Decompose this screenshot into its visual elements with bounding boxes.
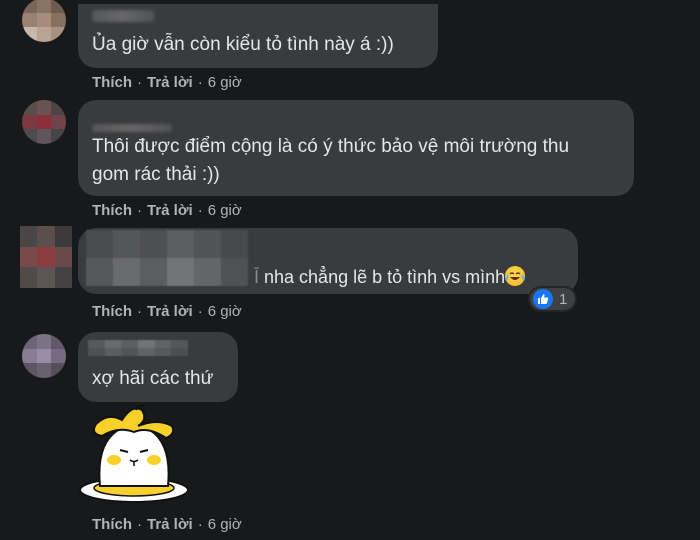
like-icon: [533, 289, 553, 309]
avatar[interactable]: [22, 100, 66, 144]
timestamp[interactable]: 6 giờ: [208, 303, 242, 320]
reply-link[interactable]: Trả lời: [147, 516, 193, 533]
comment-actions: Thích · Trả lời · 6 giờ: [92, 202, 242, 219]
comment-text: xợ hãi các thứ: [92, 368, 214, 389]
comment-bubble: xợ hãi các thứ: [78, 332, 238, 402]
reaction-count: 1: [559, 290, 568, 308]
comment-actions: Thích · Trả lời · 6 giờ: [92, 74, 242, 91]
avatar[interactable]: [22, 0, 66, 42]
reaction-summary[interactable]: 1: [528, 286, 578, 312]
reply-link[interactable]: Trả lời: [147, 303, 193, 320]
laughing-emoji-icon: [505, 266, 526, 286]
avatar[interactable]: [20, 226, 72, 288]
comment-bubble: Thôi được điểm cộng là có ý thức bảo vệ …: [78, 100, 634, 196]
timestamp[interactable]: 6 giờ: [208, 74, 242, 91]
comment-text: Ủa giờ vẫn còn kiểu tỏ tình này á :)): [92, 34, 394, 55]
author-name-blurred[interactable]: [92, 10, 154, 22]
like-link[interactable]: Thích: [92, 74, 132, 91]
comment-text-line-1: Thôi được điểm cộng là có ý thức bảo vệ …: [92, 136, 570, 157]
comment-text-line-2: gom rác thải :)): [92, 164, 220, 185]
like-link[interactable]: Thích: [92, 202, 132, 219]
reply-link[interactable]: Trả lời: [147, 202, 193, 219]
author-name-blurred[interactable]: [92, 124, 172, 132]
comment-actions: Thích · Trả lời · 6 giờ: [92, 303, 242, 320]
like-link[interactable]: Thích: [92, 516, 132, 533]
reply-link[interactable]: Trả lời: [147, 74, 193, 91]
comment-text-visible: nha chẳng lẽ b tỏ tình vs mình: [264, 267, 506, 287]
banana-cat-sticker[interactable]: [78, 404, 190, 504]
comment-bubble: Ủa giờ vẫn còn kiểu tỏ tình này á :)): [78, 4, 438, 68]
comment-actions: Thích · Trả lời · 6 giờ: [92, 516, 242, 533]
comment-bubble: Ī nha chẳng lẽ b tỏ tình vs mình: [78, 228, 578, 294]
comment-text: Ī nha chẳng lẽ b tỏ tình vs mình: [254, 262, 526, 292]
timestamp[interactable]: 6 giờ: [208, 202, 242, 219]
like-link[interactable]: Thích: [92, 303, 132, 320]
avatar[interactable]: [22, 334, 66, 378]
timestamp[interactable]: 6 giờ: [208, 516, 242, 533]
author-name-blurred[interactable]: [86, 230, 248, 286]
author-name-blurred[interactable]: [88, 340, 188, 356]
